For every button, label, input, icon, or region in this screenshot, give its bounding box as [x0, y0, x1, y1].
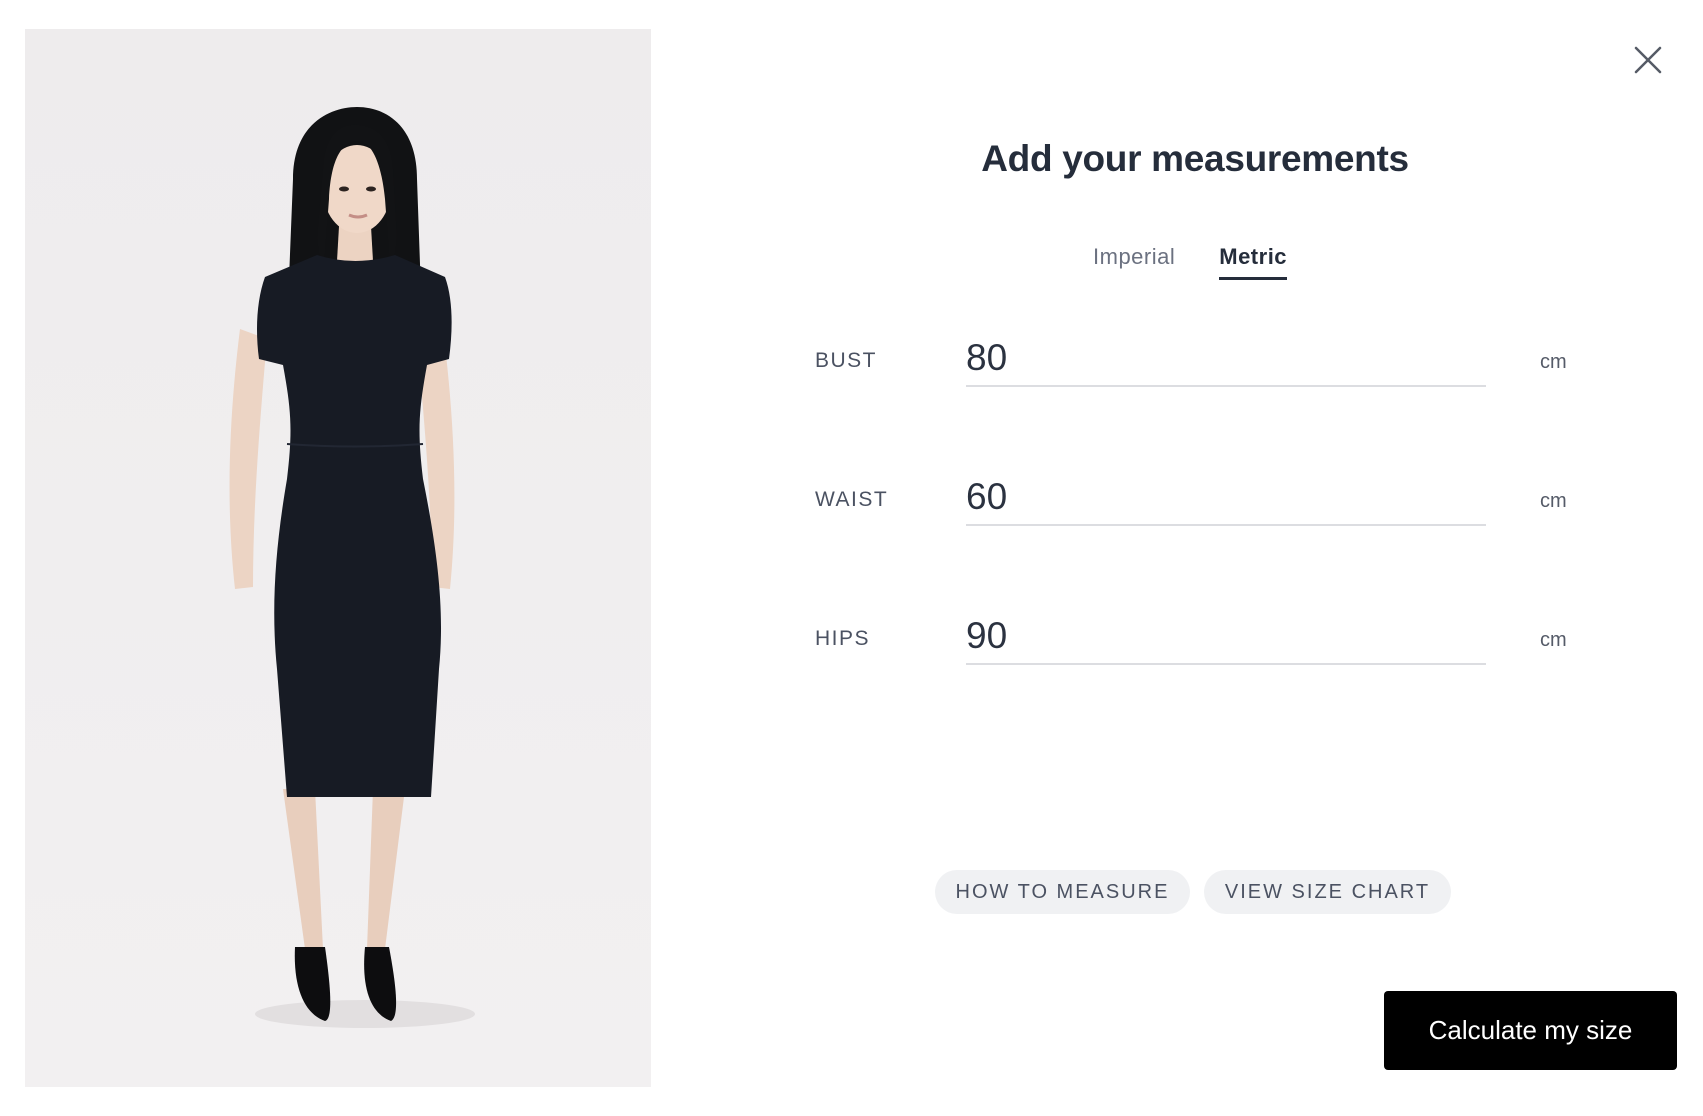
view-size-chart-button[interactable]: VIEW SIZE CHART — [1204, 870, 1451, 914]
hips-field-wrap — [966, 609, 1486, 665]
waist-label: WAIST — [815, 488, 889, 511]
calculate-size-button[interactable]: Calculate my size — [1384, 991, 1677, 1070]
hips-input[interactable] — [966, 609, 1486, 663]
bust-label: BUST — [815, 349, 878, 372]
how-to-measure-button[interactable]: HOW TO MEASURE — [935, 870, 1190, 914]
hips-label: HIPS — [815, 627, 871, 650]
close-icon — [1634, 46, 1662, 74]
bust-unit: cm — [1540, 351, 1567, 373]
tab-imperial[interactable]: Imperial — [1093, 244, 1175, 280]
hips-unit: cm — [1540, 629, 1567, 651]
model-photo — [25, 29, 651, 1087]
waist-input[interactable] — [966, 470, 1486, 524]
model-illustration — [25, 29, 651, 1087]
close-button[interactable] — [1628, 40, 1668, 80]
page-title: Add your measurements — [981, 138, 1409, 179]
waist-unit: cm — [1540, 490, 1567, 512]
waist-row: WAIST cm — [815, 470, 1575, 540]
bust-row: BUST cm — [815, 331, 1575, 401]
waist-field-wrap — [966, 470, 1486, 526]
tab-metric[interactable]: Metric — [1219, 244, 1288, 280]
unit-tabs: Imperial Metric — [1093, 244, 1288, 280]
bust-field-wrap — [966, 331, 1486, 387]
bust-input[interactable] — [966, 331, 1486, 385]
hips-row: HIPS cm — [815, 609, 1575, 679]
